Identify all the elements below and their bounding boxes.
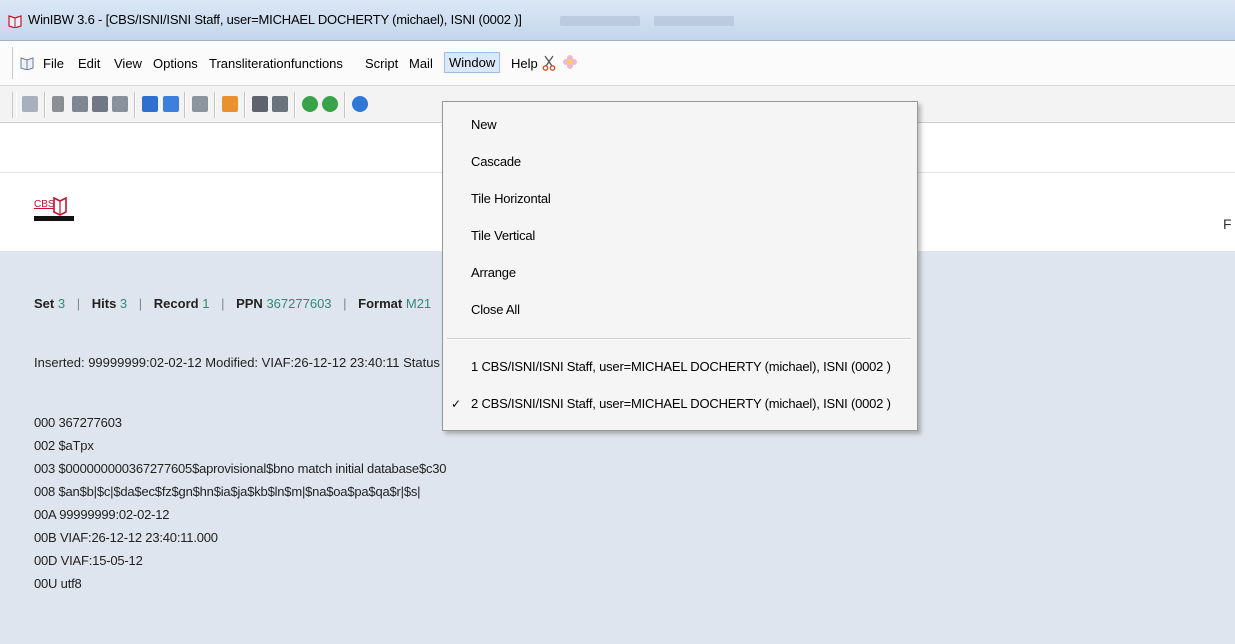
- next-record-icon[interactable]: [272, 96, 288, 112]
- undo-icon[interactable]: [142, 96, 158, 112]
- previous-record-icon[interactable]: [252, 96, 268, 112]
- home-icon[interactable]: [222, 96, 238, 112]
- set-label: Set: [34, 296, 55, 311]
- ppn-label: PPN: [236, 296, 263, 311]
- format-label: Format: [358, 296, 403, 311]
- record-label: Record: [153, 296, 199, 311]
- divider: |: [138, 296, 143, 311]
- background-window-tab: [654, 16, 734, 26]
- up-arrow-icon[interactable]: [352, 96, 368, 112]
- record-field-line: 002 $aTpx: [34, 438, 94, 453]
- toolbar-grip[interactable]: [12, 92, 17, 118]
- menu-help[interactable]: Help: [508, 54, 541, 73]
- menu-transliterationfunctions[interactable]: Transliterationfunctions: [206, 54, 346, 73]
- flower-icon[interactable]: [562, 54, 578, 70]
- divider: |: [221, 296, 225, 311]
- cut-icon[interactable]: [52, 96, 64, 112]
- menu-script[interactable]: Script: [362, 54, 401, 73]
- record-field-line: 00B VIAF:26-12-12 23:40:11.000: [34, 530, 218, 545]
- record-summary-line: Set 3 | Hits 3 | Record 1 | PPN 36727760…: [34, 296, 431, 311]
- window-menu-window-1[interactable]: 1 CBS/ISNI/ISNI Staff, user=MICHAEL DOCH…: [471, 359, 891, 374]
- menubar-grip[interactable]: [12, 47, 17, 79]
- banner-edge-text: F: [1223, 216, 1232, 232]
- menu-edit[interactable]: Edit: [75, 54, 103, 73]
- inserted-modified-status: Inserted: 99999999:02-02-12 Modified: VI…: [34, 355, 440, 370]
- toolbar-separator: [214, 92, 216, 118]
- window-menu-cascade[interactable]: Cascade: [471, 154, 521, 169]
- record-value: 1: [202, 296, 210, 311]
- toolbar-separator: [294, 92, 296, 118]
- menu-options[interactable]: Options: [150, 54, 201, 73]
- menu-bar: File Edit View Options Transliterationfu…: [0, 41, 1235, 86]
- ppn-value: 367277603: [266, 296, 332, 311]
- toolbar-separator: [44, 92, 46, 118]
- menu-file[interactable]: File: [40, 54, 67, 73]
- menu-mail[interactable]: Mail: [406, 54, 436, 73]
- window-menu-window-2[interactable]: 2 CBS/ISNI/ISNI Staff, user=MICHAEL DOCH…: [471, 396, 891, 411]
- clipboard-icon[interactable]: [112, 96, 128, 112]
- record-field-line: 00U utf8: [34, 576, 82, 591]
- window-menu-arrange[interactable]: Arrange: [471, 265, 516, 280]
- window-menu-close-all[interactable]: Close All: [471, 302, 520, 317]
- paste-icon[interactable]: [92, 96, 108, 112]
- hits-label: Hits: [91, 296, 117, 311]
- record-field-line: 003 $000000000367277605$aprovisional$bno…: [34, 461, 447, 476]
- record-field-line: 00D VIAF:15-05-12: [34, 553, 143, 568]
- cbs-logo: CBS: [34, 196, 74, 221]
- redo-icon[interactable]: [163, 96, 179, 112]
- toolbar-separator: [184, 92, 186, 118]
- app-icon: [8, 15, 22, 28]
- print-icon[interactable]: [22, 96, 38, 112]
- toolbar-separator: [244, 92, 246, 118]
- window-menu-new[interactable]: New: [471, 117, 497, 132]
- copy-icon[interactable]: [72, 96, 88, 112]
- window-menu-tile-horizontal[interactable]: Tile Horizontal: [471, 191, 551, 206]
- record-field-line: 000 367277603: [34, 415, 122, 430]
- window-menu-dropdown: New Cascade Tile Horizontal Tile Vertica…: [442, 101, 918, 431]
- format-value: M21: [405, 296, 432, 311]
- scissors-icon[interactable]: [542, 55, 556, 71]
- window-titlebar[interactable]: WinIBW 3.6 - [CBS/ISNI/ISNI Staff, user=…: [0, 0, 1235, 41]
- document-icon[interactable]: [192, 96, 208, 112]
- document-window-icon[interactable]: [20, 56, 34, 70]
- hits-value: 3: [119, 296, 128, 311]
- divider: |: [76, 296, 81, 311]
- toolbar-separator: [134, 92, 136, 118]
- set-value: 3: [57, 296, 66, 311]
- record-field-line: 00A 99999999:02-02-12: [34, 507, 170, 522]
- menu-window[interactable]: Window: [444, 52, 501, 73]
- forward-arrow-icon[interactable]: [322, 96, 338, 112]
- back-arrow-icon[interactable]: [302, 96, 318, 112]
- background-window-tab: [560, 16, 640, 26]
- record-field-line: 008 $an$b|$c|$da$ec$fz$gn$hn$ia$ja$kb$ln…: [34, 484, 421, 499]
- window-menu-tile-vertical[interactable]: Tile Vertical: [471, 228, 535, 243]
- svg-text:CBS: CBS: [34, 199, 55, 210]
- menu-view[interactable]: View: [111, 54, 145, 73]
- divider: |: [343, 296, 347, 311]
- window-title: WinIBW 3.6 - [CBS/ISNI/ISNI Staff, user=…: [28, 12, 522, 27]
- toolbar-separator: [344, 92, 346, 118]
- menu-separator: [447, 338, 911, 340]
- checkmark-icon: ✓: [451, 397, 462, 411]
